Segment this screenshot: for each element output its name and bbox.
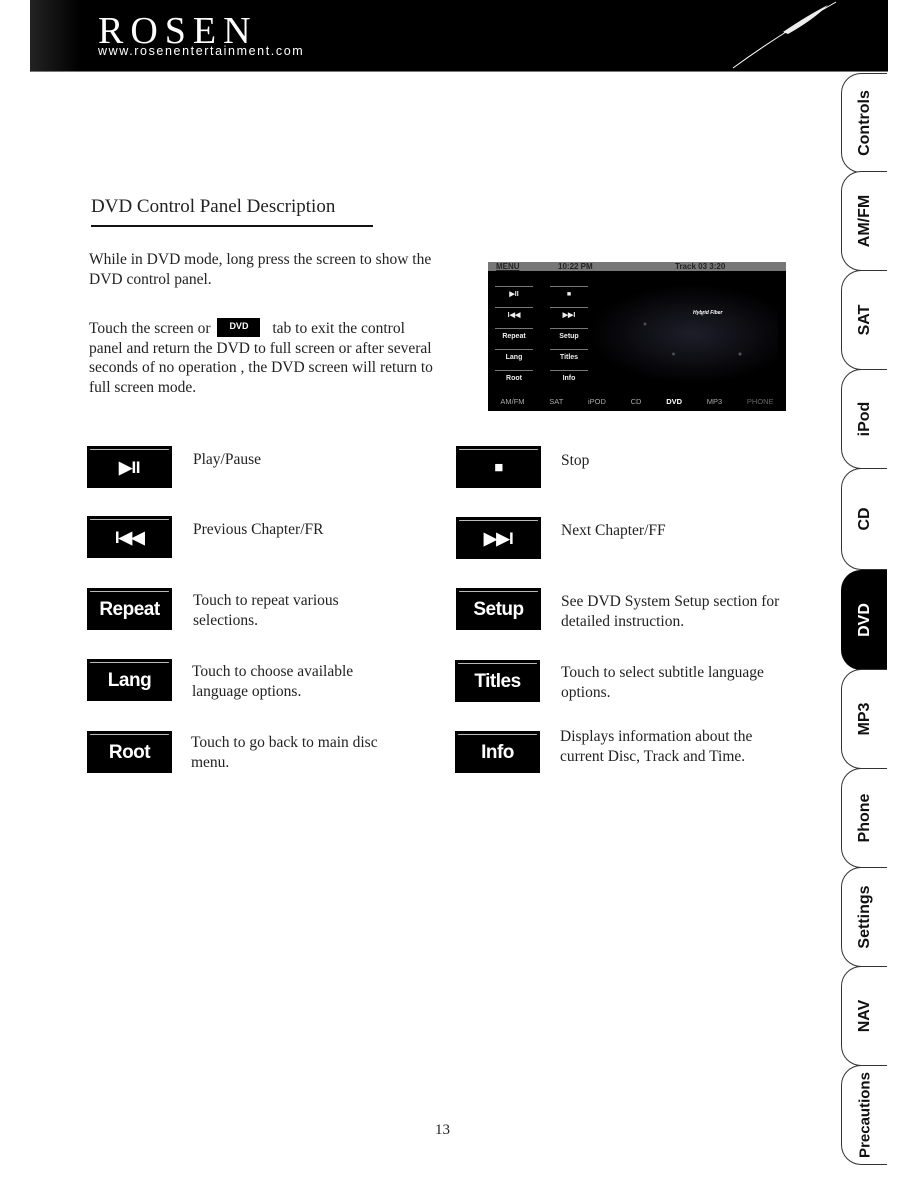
stop-description: Stop (561, 452, 590, 469)
tab-precautions[interactable]: Precautions (841, 1065, 887, 1165)
tab-label: NAV (855, 999, 873, 1033)
info-description: Displays information about the current D… (560, 728, 753, 765)
root-description: Touch to go back to main disc menu. (191, 734, 378, 771)
section-title: DVD Control Panel Description (91, 196, 336, 217)
tab-label: iPod (855, 401, 873, 437)
exit-text-before: Touch the screen or (89, 320, 211, 337)
screen-info-button: Info (550, 370, 588, 386)
tab-label: MP3 (855, 702, 873, 736)
tab-label: CD (855, 507, 873, 531)
lang-button-sample: Lang (87, 659, 172, 701)
dvd-tab-badge: DVD (217, 318, 261, 337)
title-underline (91, 225, 373, 227)
screen-play-pause-button: ▶II (495, 286, 533, 302)
screen-setup-button: Setup (550, 328, 588, 344)
tab-dvd[interactable]: DVD (841, 570, 887, 670)
tab-mp3[interactable]: MP3 (841, 669, 887, 769)
screen-nav-ipod: iPOD (588, 396, 606, 406)
titles-description: Touch to select subtitle language option… (561, 664, 764, 701)
screen-repeat-button: Repeat (495, 328, 533, 344)
next-chapter-icon: ▶▶I (456, 517, 541, 559)
tab-amfm[interactable]: AM/FM (841, 171, 887, 271)
previous-chapter-description: Previous Chapter/FR (193, 521, 324, 538)
root-button-sample: Root (87, 731, 172, 773)
lang-description: Touch to choose available language optio… (192, 663, 354, 700)
screen-clock: 10:22 PM (558, 262, 593, 271)
movie-caption: Hybrid Fiber (693, 310, 723, 316)
play-pause-description: Play/Pause (193, 451, 262, 468)
stop-icon: ■ (456, 446, 541, 488)
screen-nav-mp3: MP3 (706, 396, 723, 406)
header-banner: ROSEN www.rosenentertainment.com (30, 0, 888, 72)
intro-paragraph: While in DVD mode, long press the screen… (89, 251, 432, 288)
play-pause-icon: ▶II (87, 446, 172, 488)
screen-nav-phone: PHONE (746, 396, 774, 406)
dvd-screen-illustration: MENU 10:22 PM Track 03 3:20 Hybrid Fiber… (488, 262, 786, 411)
setup-button-sample: Setup (456, 588, 541, 630)
brand-url: www.rosenentertainment.com (98, 44, 305, 58)
screen-track-info: Track 03 3:20 (675, 262, 726, 271)
tab-label: Settings (855, 885, 873, 949)
tab-cd[interactable]: CD (841, 468, 887, 570)
repeat-description: Touch to repeat various selections. (193, 592, 339, 629)
screen-menu-label: MENU (496, 262, 520, 271)
tab-ipod[interactable]: iPod (841, 369, 887, 469)
titles-button-sample: Titles (455, 660, 540, 702)
next-chapter-description: Next Chapter/FF (561, 522, 666, 539)
screen-nav-sat: SAT (549, 396, 564, 406)
screen-titles-button: Titles (550, 349, 588, 365)
tab-label: AM/FM (855, 194, 873, 248)
screen-nav-cd: CD (630, 396, 642, 406)
page-number: 13 (435, 1122, 450, 1138)
tab-phone[interactable]: Phone (841, 768, 887, 868)
light-streak-graphic (732, 1, 837, 69)
tab-sat[interactable]: SAT (841, 270, 887, 370)
tab-label: Controls (855, 90, 873, 156)
screen-stop-button: ■ (550, 286, 588, 302)
tab-controls[interactable]: Controls (841, 73, 887, 173)
screen-nav-amfm: AM/FM (500, 396, 525, 406)
repeat-button-sample: Repeat (87, 588, 172, 630)
tab-nav[interactable]: NAV (841, 966, 887, 1066)
screen-root-button: Root (495, 370, 533, 386)
previous-chapter-icon: I◀◀ (87, 516, 172, 558)
screen-status-bar: MENU 10:22 PM Track 03 3:20 (488, 262, 786, 271)
tab-settings[interactable]: Settings (841, 867, 887, 967)
screen-source-nav: AM/FM SAT iPOD CD DVD MP3 PHONE (488, 391, 786, 411)
tab-label: DVD (855, 603, 873, 637)
tab-label: SAT (855, 304, 873, 336)
setup-description: See DVD System Setup section for detaile… (561, 593, 780, 630)
info-button-sample: Info (455, 731, 540, 773)
screen-nav-dvd: DVD (666, 396, 683, 406)
tab-label: Precautions (856, 1072, 873, 1158)
header-texture (30, 0, 80, 71)
screen-previous-button: I◀◀ (495, 307, 533, 323)
screen-next-button: ▶▶I (550, 307, 588, 323)
exit-paragraph: Touch the screen or DVD tab to exit the … (89, 318, 439, 397)
movie-frame (588, 284, 778, 384)
tab-label: Phone (855, 793, 873, 843)
screen-lang-button: Lang (495, 349, 533, 365)
